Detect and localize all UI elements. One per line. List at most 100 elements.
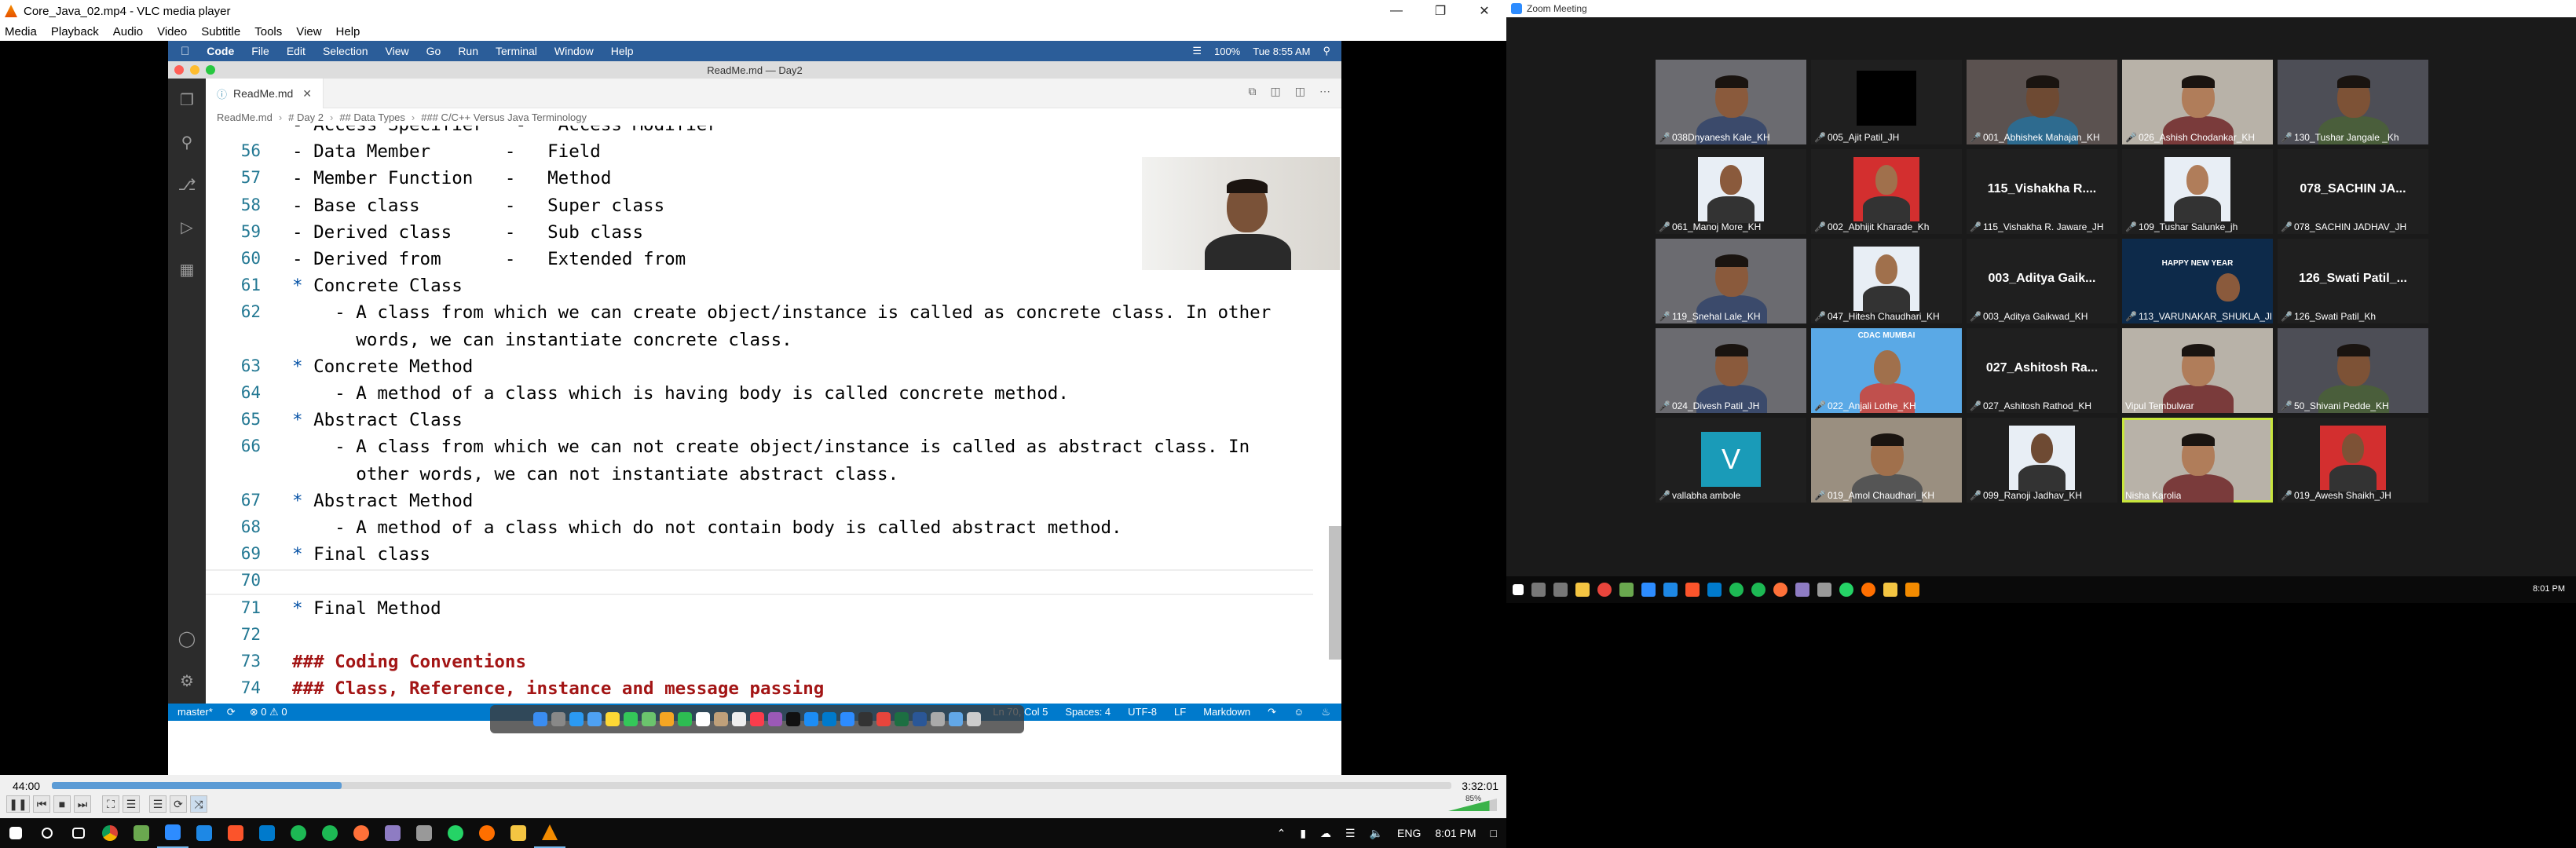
zoom-dock-icon bbox=[840, 712, 854, 726]
participant-tile[interactable]: CDAC MUMBAI 🎤 022_Anjali Lothe_KH bbox=[1811, 328, 1962, 413]
taskbar-notepad[interactable] bbox=[126, 818, 157, 848]
wifi-icon[interactable]: ☰ bbox=[1345, 827, 1356, 840]
participant-tile[interactable]: 🎤 026_Ashish Chodankar_KH bbox=[2122, 60, 2273, 144]
code-line[interactable]: words, we can instantiate concrete class… bbox=[292, 330, 792, 350]
participant-tile[interactable]: 🎤 061_Manoj More_KH bbox=[1656, 149, 1806, 234]
volume-icon[interactable]: 🔈 bbox=[1370, 827, 1383, 840]
code-line[interactable]: ### Class, Reference, instance and messa… bbox=[292, 678, 824, 699]
menu-view[interactable]: View bbox=[296, 25, 321, 38]
tray-chevron-icon[interactable]: ⌃ bbox=[1277, 827, 1286, 840]
previous-button[interactable]: ⏮ bbox=[33, 795, 50, 813]
participant-tile[interactable]: 🎤 024_Divesh Patil_JH bbox=[1656, 328, 1806, 413]
menu-audio[interactable]: Audio bbox=[113, 25, 143, 38]
taskbar-firefox[interactable] bbox=[346, 818, 377, 848]
taskbar-clock[interactable]: 8:01 PM bbox=[1435, 827, 1476, 839]
code-line[interactable]: - Access Specifier - Access Modifier bbox=[292, 126, 718, 135]
battery-icon[interactable]: ▮ bbox=[1300, 827, 1306, 840]
menu-media[interactable]: Media bbox=[5, 25, 37, 38]
taskbar-chrome[interactable] bbox=[94, 818, 126, 848]
code-line[interactable]: - A method of a class which do not conta… bbox=[292, 517, 1122, 538]
participant-tile[interactable]: 🎤 019_Awesh Shaikh_JH bbox=[2278, 418, 2428, 503]
search-button[interactable] bbox=[31, 818, 63, 848]
code-line[interactable]: * Abstract Class bbox=[292, 410, 463, 430]
taskbar-todo[interactable] bbox=[188, 818, 220, 848]
start-button[interactable] bbox=[0, 818, 31, 848]
taskbar-app-3[interactable] bbox=[471, 818, 503, 848]
participant-tile[interactable]: 115_Vishakha R.... 🎤 115_Vishakha R. Jawar… bbox=[1967, 149, 2117, 234]
menu-video[interactable]: Video bbox=[157, 25, 187, 38]
extended-settings-button[interactable]: ☰ bbox=[123, 795, 140, 813]
fullscreen-button[interactable]: ⛶ bbox=[102, 795, 119, 813]
code-line[interactable]: - Derived from - Extended from bbox=[292, 249, 686, 269]
code-line[interactable]: - A method of a class which is having bo… bbox=[292, 383, 1069, 404]
pause-button[interactable]: ❚❚ bbox=[6, 795, 30, 813]
taskbar-vlc[interactable] bbox=[534, 818, 565, 848]
editor-scrollbar[interactable] bbox=[1329, 526, 1341, 660]
menu-help[interactable]: Help bbox=[336, 25, 360, 38]
cloud-icon[interactable]: ☁ bbox=[1320, 827, 1331, 840]
notification-center-icon[interactable]: □ bbox=[1491, 827, 1497, 839]
close-dot-icon bbox=[174, 65, 184, 75]
menu-playback[interactable]: Playback bbox=[51, 25, 99, 38]
code-line[interactable]: - Data Member - Field bbox=[292, 141, 601, 162]
line-number: 61 bbox=[240, 276, 261, 295]
app-icon bbox=[1817, 583, 1831, 597]
code-line[interactable]: - Base class - Super class bbox=[292, 196, 664, 216]
taskbar-zoom[interactable] bbox=[157, 818, 188, 848]
next-button[interactable]: ⏭ bbox=[74, 795, 91, 813]
code-line[interactable]: * Final class bbox=[292, 544, 430, 565]
taskbar-spotify[interactable] bbox=[283, 818, 314, 848]
participant-tile[interactable]: Nisha Karolia bbox=[2122, 418, 2273, 503]
menu-subtitle[interactable]: Subtitle bbox=[201, 25, 240, 38]
close-button[interactable]: ✕ bbox=[1462, 0, 1506, 22]
maximize-button[interactable]: ❐ bbox=[1418, 0, 1462, 22]
participant-tile[interactable]: 🎤 099_Ranoji Jadhav_KH bbox=[1967, 418, 2117, 503]
code-line[interactable]: other words, we can not instantiate abst… bbox=[292, 464, 898, 484]
participant-tile[interactable]: Vipul Tembulwar bbox=[2122, 328, 2273, 413]
code-line[interactable]: * Final Method bbox=[292, 598, 441, 619]
code-line[interactable]: * Concrete Method bbox=[292, 356, 473, 377]
random-button[interactable]: ⤨ bbox=[190, 795, 207, 813]
participant-tile[interactable]: 🎤 002_Abhijit Kharade_Kh bbox=[1811, 149, 1962, 234]
participant-tile[interactable]: 🎤 119_Snehal Lale_KH bbox=[1656, 239, 1806, 323]
code-line[interactable]: - Derived class - Sub class bbox=[292, 222, 643, 243]
code-line[interactable]: * Abstract Method bbox=[292, 491, 473, 511]
seek-bar[interactable] bbox=[52, 782, 1451, 789]
participant-tile[interactable]: 🎤 001_Abhishek Mahajan_KH bbox=[1967, 60, 2117, 144]
language-mode: Markdown bbox=[1203, 706, 1251, 718]
participant-tile[interactable]: 078_SACHIN JA... 🎤 078_SACHIN JADHAV_JH bbox=[2278, 149, 2428, 234]
taskbar-explorer[interactable] bbox=[503, 818, 534, 848]
participant-tile[interactable]: 027_Ashitosh Ra... 🎤 027_Ashitosh Rathod_K… bbox=[1967, 328, 2117, 413]
participant-tile[interactable]: 🎤 005_Ajit Patil_JH bbox=[1811, 60, 1962, 144]
code-line[interactable]: - A class from which we can create objec… bbox=[292, 302, 1271, 323]
participant-tile[interactable]: 🎤 109_Tushar Salunke_jh bbox=[2122, 149, 2273, 234]
code-line[interactable]: - A class from which we can not create o… bbox=[292, 437, 1250, 457]
taskbar-spotify-2[interactable] bbox=[314, 818, 346, 848]
taskbar-whatsapp[interactable] bbox=[440, 818, 471, 848]
taskbar-app[interactable] bbox=[377, 818, 408, 848]
taskbar-app-2[interactable] bbox=[408, 818, 440, 848]
participant-tile[interactable]: 126_Swati Patil_... 🎤 126_Swati Patil_Kh bbox=[2278, 239, 2428, 323]
participant-tile[interactable]: 🎤 50_Shivani Pedde_KH bbox=[2278, 328, 2428, 413]
participant-tile[interactable]: V 🎤 vallabha ambole bbox=[1656, 418, 1806, 503]
participant-tile[interactable]: 🎤 130_Tushar Jangale _Kh bbox=[2278, 60, 2428, 144]
participant-tile[interactable]: 🎤 019_Amol Chaudhari_KH bbox=[1811, 418, 1962, 503]
participant-tile[interactable]: 🎤 047_Hitesh Chaudhari_KH bbox=[1811, 239, 1962, 323]
finder-icon bbox=[533, 712, 547, 726]
stop-button[interactable]: ■ bbox=[53, 795, 71, 813]
minimize-button[interactable]: — bbox=[1374, 0, 1418, 22]
participant-tile[interactable]: HAPPY NEW YEAR 🎤 113_VARUNAKAR_SHUKLA_JH bbox=[2122, 239, 2273, 323]
playlist-button[interactable]: ☰ bbox=[149, 795, 166, 813]
input-language[interactable]: ENG bbox=[1397, 827, 1421, 839]
taskbar-vscode[interactable] bbox=[251, 818, 283, 848]
participant-tile[interactable]: 🎤 038Dnyanesh Kale_KH bbox=[1656, 60, 1806, 144]
menu-tools[interactable]: Tools bbox=[254, 25, 282, 38]
code-line[interactable]: - Member Function - Method bbox=[292, 168, 611, 188]
video-area[interactable]:  Code File Edit Selection View Go Run T… bbox=[0, 41, 1506, 775]
code-line[interactable]: * Concrete Class bbox=[292, 276, 463, 296]
participant-tile[interactable]: 003_Aditya Gaik... 🎤 003_Aditya Gaikwad_KH bbox=[1967, 239, 2117, 323]
taskbar-brave[interactable] bbox=[220, 818, 251, 848]
task-view-button[interactable] bbox=[63, 818, 94, 848]
code-line[interactable]: ### Coding Conventions bbox=[292, 652, 526, 672]
loop-button[interactable]: ⟳ bbox=[170, 795, 187, 813]
